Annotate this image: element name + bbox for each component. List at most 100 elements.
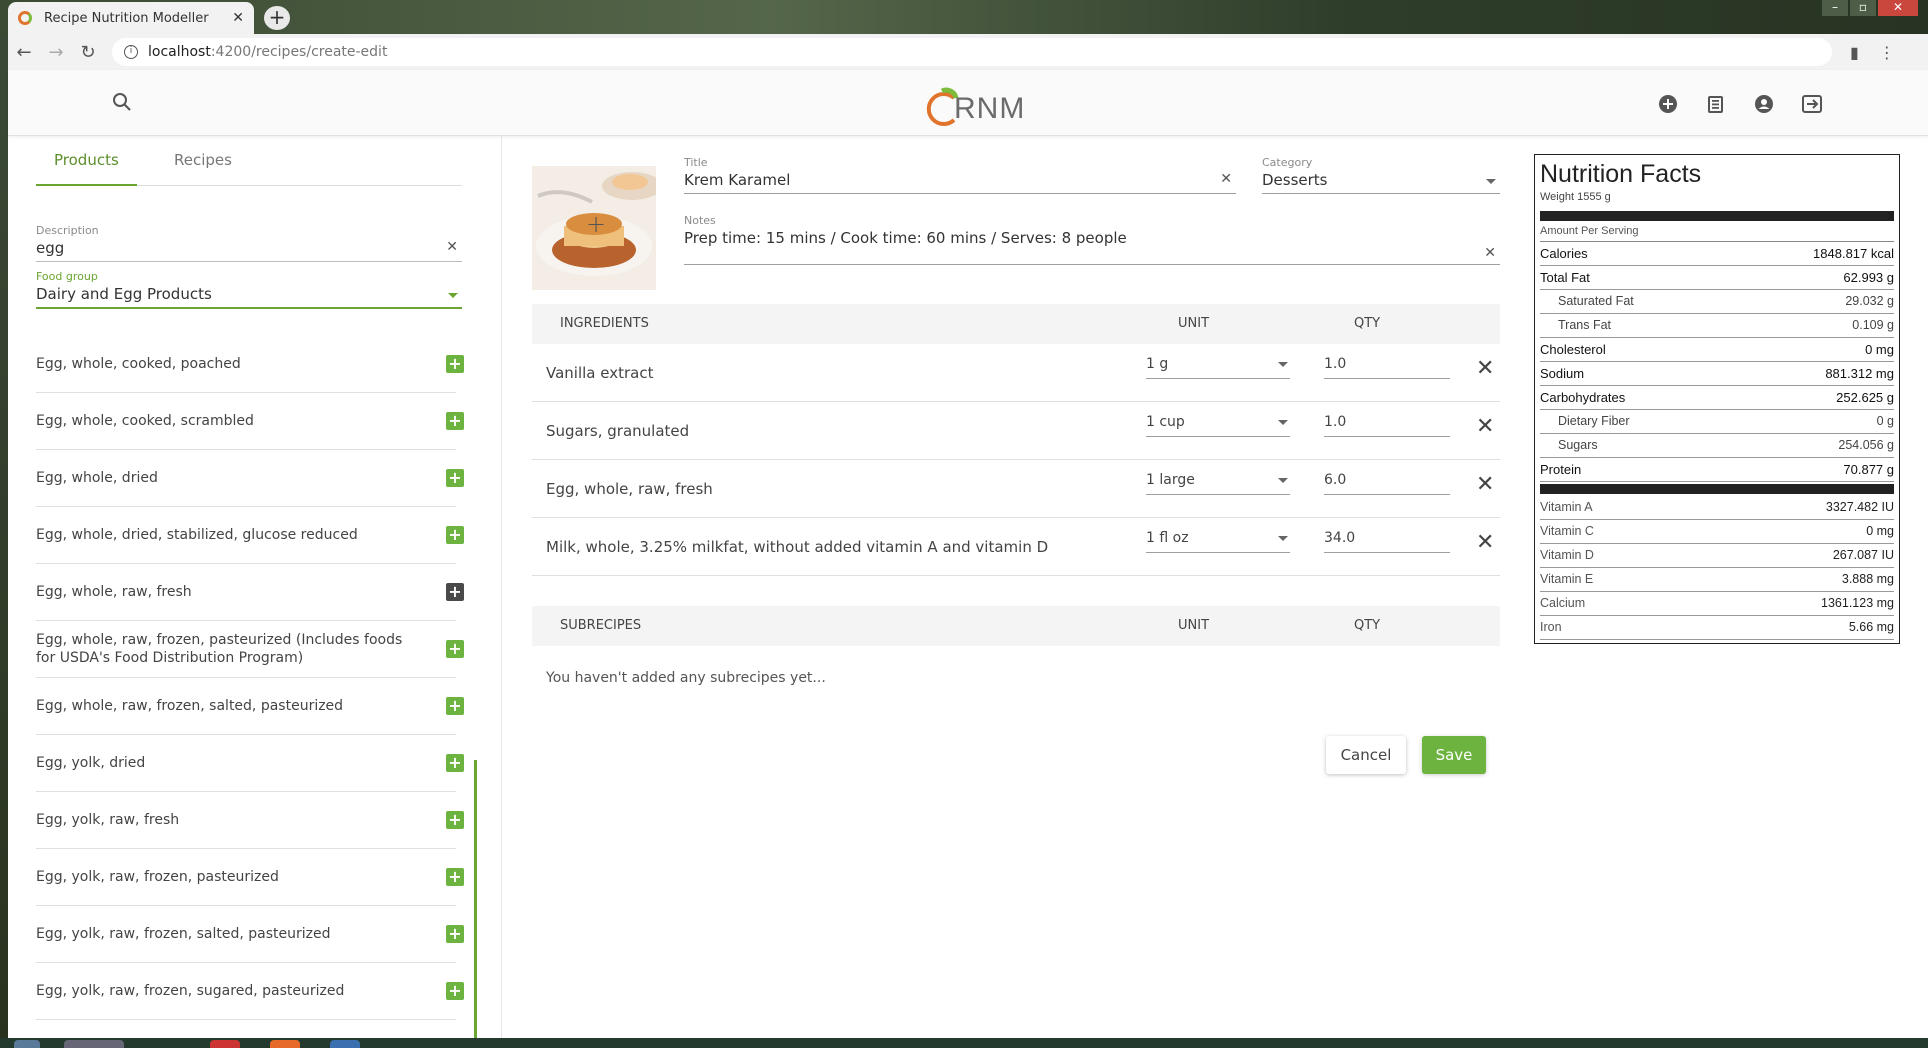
scrollbar-thumb[interactable]: [474, 760, 477, 1048]
notes-field[interactable]: Notes Prep time: 15 mins / Cook time: 60…: [684, 214, 1500, 265]
add-product-icon[interactable]: +: [446, 868, 464, 886]
title-field[interactable]: Title Krem Karamel ✕: [684, 156, 1236, 194]
unit-value[interactable]: 1 fl oz: [1146, 530, 1189, 546]
chevron-down-icon[interactable]: [1278, 478, 1288, 483]
product-list-item[interactable]: Egg, whole, raw, fresh +: [36, 564, 464, 621]
food-group-value[interactable]: Dairy and Egg Products: [36, 285, 212, 303]
product-name: Egg, yolk, raw, frozen, salted, pasteuri…: [36, 926, 331, 942]
vitamin-row: Calcium 1361.123 mg: [1540, 592, 1894, 616]
add-product-icon[interactable]: +: [446, 469, 464, 487]
unit-select[interactable]: 1 fl oz: [1146, 530, 1290, 553]
amount-per-serving: Amount Per Serving: [1540, 225, 1894, 242]
ingredients-header: INGREDIENTS UNIT QTY: [532, 304, 1500, 344]
chevron-down-icon[interactable]: [1278, 536, 1288, 541]
add-product-icon[interactable]: +: [446, 811, 464, 829]
product-list-item[interactable]: Egg, whole, cooked, scrambled +: [36, 393, 464, 450]
unit-select[interactable]: 1 cup: [1146, 414, 1290, 437]
product-list-item[interactable]: Egg, whole, raw, frozen, pasteurized (In…: [36, 621, 464, 678]
reload-icon[interactable]: ↻: [72, 42, 104, 63]
qty-input[interactable]: 34.0: [1324, 530, 1450, 553]
food-group-select[interactable]: Food group Dairy and Egg Products: [36, 270, 462, 309]
maximize-button[interactable]: ▫: [1850, 0, 1876, 16]
add-product-icon[interactable]: +: [446, 640, 464, 658]
site-info-icon[interactable]: i: [124, 45, 138, 59]
product-name: Egg, yolk, raw, fresh: [36, 812, 180, 828]
tab-close-icon[interactable]: ✕: [232, 10, 244, 26]
url-bar[interactable]: i localhost:4200/recipes/create-edit: [112, 38, 1832, 66]
add-product-icon[interactable]: +: [446, 355, 464, 373]
add-product-icon[interactable]: +: [446, 583, 464, 601]
remove-ingredient-icon[interactable]: ✕: [1476, 532, 1494, 554]
product-list-item[interactable]: Egg, whole, raw, frozen, salted, pasteur…: [36, 678, 464, 735]
minimize-button[interactable]: –: [1822, 0, 1848, 16]
remove-ingredient-icon[interactable]: ✕: [1476, 416, 1494, 438]
product-list-item[interactable]: Egg, whole, dried, stabilized, glucose r…: [36, 507, 464, 564]
add-image-icon[interactable]: +: [586, 210, 606, 238]
taskbar-app[interactable]: [210, 1040, 240, 1048]
qty-input[interactable]: 1.0: [1324, 414, 1450, 437]
product-list-item[interactable]: Egg, whole, cooked, poached +: [36, 336, 464, 393]
clear-description-icon[interactable]: ✕: [446, 239, 458, 255]
taskbar-app[interactable]: [64, 1040, 124, 1048]
notes-input[interactable]: Prep time: 15 mins / Cook time: 60 mins …: [684, 229, 1127, 247]
browser-menu-icon[interactable]: ⋮: [1879, 43, 1895, 62]
clear-notes-icon[interactable]: ✕: [1484, 245, 1496, 261]
tab-products[interactable]: Products: [36, 150, 137, 186]
qty-input[interactable]: 6.0: [1324, 472, 1450, 495]
chevron-down-icon[interactable]: [1278, 362, 1288, 367]
vitamin-row: Vitamin E 3.888 mg: [1540, 568, 1894, 592]
add-product-icon[interactable]: +: [446, 754, 464, 772]
remove-ingredient-icon[interactable]: ✕: [1476, 474, 1494, 496]
close-window-button[interactable]: ✕: [1878, 0, 1918, 16]
add-product-icon[interactable]: +: [446, 526, 464, 544]
category-select[interactable]: Category Desserts: [1262, 156, 1500, 194]
extension-icon[interactable]: ▮: [1850, 43, 1859, 62]
remove-ingredient-icon[interactable]: ✕: [1476, 358, 1494, 380]
unit-select[interactable]: 1 g: [1146, 356, 1290, 379]
unit-value[interactable]: 1 g: [1146, 356, 1168, 372]
category-value[interactable]: Desserts: [1262, 171, 1328, 189]
add-product-icon[interactable]: +: [446, 925, 464, 943]
qty-input[interactable]: 1.0: [1324, 356, 1450, 379]
chevron-down-icon[interactable]: [448, 293, 458, 298]
description-input[interactable]: egg: [36, 239, 64, 257]
taskbar-app[interactable]: [330, 1040, 360, 1048]
browser-tab[interactable]: Recipe Nutrition Modeller ✕: [8, 2, 254, 34]
add-circle-icon[interactable]: [1656, 92, 1680, 116]
vitamin-row: Vitamin A 3327.482 IU: [1540, 496, 1894, 520]
unit-value[interactable]: 1 cup: [1146, 414, 1185, 430]
add-product-icon[interactable]: +: [446, 412, 464, 430]
cancel-button[interactable]: Cancel: [1326, 736, 1406, 774]
search-icon[interactable]: [112, 92, 134, 114]
logout-icon[interactable]: [1800, 92, 1824, 116]
product-list-item[interactable]: Egg, yolk, raw, fresh +: [36, 792, 464, 849]
tab-recipes[interactable]: Recipes: [156, 150, 250, 186]
account-circle-icon[interactable]: [1752, 92, 1776, 116]
chevron-down-icon[interactable]: [1278, 420, 1288, 425]
product-list-item[interactable]: Egg, yolk, dried +: [36, 735, 464, 792]
description-field[interactable]: Description egg ✕: [36, 224, 462, 262]
save-button[interactable]: Save: [1422, 736, 1486, 774]
new-tab-button[interactable]: +: [264, 6, 290, 30]
unit-value[interactable]: 1 large: [1146, 472, 1195, 488]
app-logo[interactable]: RNM: [924, 82, 1025, 126]
product-list-item[interactable]: Egg, whole, dried +: [36, 450, 464, 507]
product-list-item[interactable]: Egg, yolk, raw, frozen, pasteurized +: [36, 849, 464, 906]
taskbar-app[interactable]: [270, 1040, 300, 1048]
nutrition-row: Dietary Fiber 0 g: [1540, 410, 1894, 434]
product-list-item[interactable]: Egg, yolk, raw, frozen, sugared, pasteur…: [36, 963, 464, 1020]
product-list-scrollbar[interactable]: [474, 406, 477, 1048]
title-input[interactable]: Krem Karamel: [684, 171, 790, 189]
product-list-item[interactable]: Egg, yolk, raw, frozen, salted, pasteuri…: [36, 906, 464, 963]
chevron-down-icon[interactable]: [1486, 179, 1496, 184]
add-product-icon[interactable]: +: [446, 697, 464, 715]
back-arrow-icon[interactable]: ←: [8, 42, 40, 63]
clear-title-icon[interactable]: ✕: [1220, 171, 1232, 187]
recipe-book-icon[interactable]: [1704, 92, 1728, 116]
start-button[interactable]: [14, 1040, 40, 1048]
add-product-icon[interactable]: +: [446, 982, 464, 1000]
unit-select[interactable]: 1 large: [1146, 472, 1290, 495]
forward-arrow-icon[interactable]: →: [40, 42, 72, 63]
recipe-image[interactable]: +: [532, 166, 656, 290]
nutrient-label: Sodium: [1540, 366, 1585, 381]
